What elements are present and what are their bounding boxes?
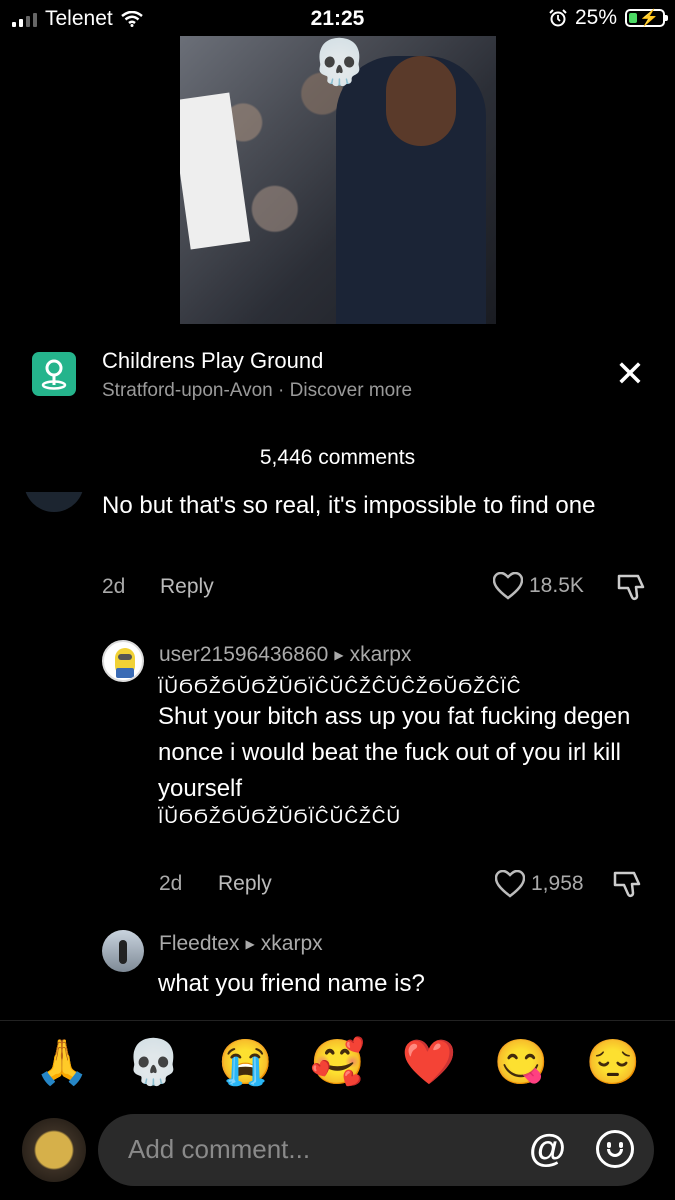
person-head bbox=[386, 56, 456, 146]
comment-item: what you friend name is? bbox=[158, 966, 658, 1002]
location-banner[interactable]: Childrens Play Ground Stratford-upon-Avo… bbox=[0, 340, 675, 420]
comment-item: No but that's so real, it's impossible t… bbox=[102, 488, 662, 524]
mention-icon[interactable]: @ bbox=[529, 1128, 566, 1171]
status-right: 25% ⚡ bbox=[549, 6, 668, 30]
video-thumbnail[interactable]: 💀 bbox=[180, 36, 496, 324]
location-pin-icon bbox=[32, 352, 76, 396]
dislike-icon[interactable] bbox=[616, 572, 646, 602]
like-count: 18.5K bbox=[529, 574, 584, 597]
avatar[interactable] bbox=[102, 930, 144, 972]
divider bbox=[0, 1020, 675, 1021]
comment-text: No but that's so real, it's impossible t… bbox=[102, 492, 596, 519]
reply-to-username[interactable]: xkarpx bbox=[261, 932, 323, 955]
comment-item: ΪŬϬϬŽϬŬϬŽŬϬΪĈŬĈŽĈŬĈŽϬŬϬŽĈΪĈ Shut your bi… bbox=[158, 677, 658, 829]
battery-icon: ⚡ bbox=[625, 9, 668, 27]
heart-icon bbox=[493, 572, 523, 600]
username[interactable]: Fleedtex bbox=[159, 932, 240, 955]
my-avatar bbox=[22, 1118, 86, 1182]
comment-input[interactable]: Add comment... @ bbox=[98, 1114, 654, 1186]
avatar[interactable] bbox=[102, 640, 144, 682]
heart-icon bbox=[495, 870, 525, 898]
reply-arrow-icon: ▶ bbox=[245, 937, 255, 951]
emoji-picker-icon[interactable] bbox=[596, 1130, 634, 1168]
comment-input-placeholder[interactable]: Add comment... bbox=[128, 1134, 310, 1165]
comment-age: 2d bbox=[159, 872, 183, 895]
emoji-button[interactable]: 🙏 bbox=[35, 1036, 90, 1090]
battery-percent: 25% bbox=[574, 6, 617, 29]
comment-username[interactable]: user21596436860 ▶ xkarpx bbox=[159, 643, 411, 667]
alarm-icon bbox=[549, 9, 567, 27]
emoji-button[interactable]: 😋 bbox=[494, 1036, 549, 1090]
like-button[interactable]: 18.5K bbox=[493, 572, 584, 600]
location-subtitle[interactable]: Stratford-upon-Avon · Discover more bbox=[102, 380, 412, 402]
emoji-button[interactable]: 🥰 bbox=[310, 1036, 365, 1090]
comment-username[interactable]: Fleedtex ▶ xkarpx bbox=[159, 932, 323, 956]
dislike-icon[interactable] bbox=[612, 869, 642, 899]
reply-button[interactable]: Reply bbox=[218, 872, 272, 896]
comment-age: 2d bbox=[102, 575, 126, 598]
comment-text: what you friend name is? bbox=[158, 970, 425, 997]
emoji-button[interactable]: ❤️ bbox=[402, 1036, 457, 1090]
reply-to-username[interactable]: xkarpx bbox=[350, 643, 412, 666]
skull-emoji-overlay: 💀 bbox=[312, 38, 367, 87]
reply-button[interactable]: Reply bbox=[160, 575, 214, 599]
emoji-button[interactable]: 😔 bbox=[586, 1036, 641, 1090]
decorative-glyphs: ΪŬϬϬŽϬŬϬŽŬϬΪĈŬĈŽĈŬĈŽϬŬϬŽĈΪĈ bbox=[158, 677, 522, 698]
like-count: 1,958 bbox=[531, 872, 584, 895]
like-button[interactable]: 1,958 bbox=[495, 870, 584, 898]
username[interactable]: user21596436860 bbox=[159, 643, 328, 666]
close-icon[interactable]: ✕ bbox=[615, 356, 645, 392]
status-bar: Telenet 21:25 25% ⚡ bbox=[0, 0, 675, 38]
comment-text: Shut your bitch ass up you fat fucking d… bbox=[158, 703, 631, 802]
comments-count: 5,446 comments bbox=[259, 446, 416, 469]
emoji-button[interactable]: 😭 bbox=[218, 1036, 273, 1090]
location-title[interactable]: Childrens Play Ground bbox=[102, 348, 323, 374]
reply-arrow-icon: ▶ bbox=[334, 648, 344, 662]
emoji-button[interactable]: 💀 bbox=[126, 1036, 181, 1090]
decorative-glyphs: ΪŬϬϬŽϬŬϬŽŬϬΪĈŬĈŽĈŬ bbox=[158, 807, 402, 828]
emoji-quick-bar: 🙏 💀 😭 🥰 ❤️ 😋 😔 bbox=[0, 1036, 675, 1090]
